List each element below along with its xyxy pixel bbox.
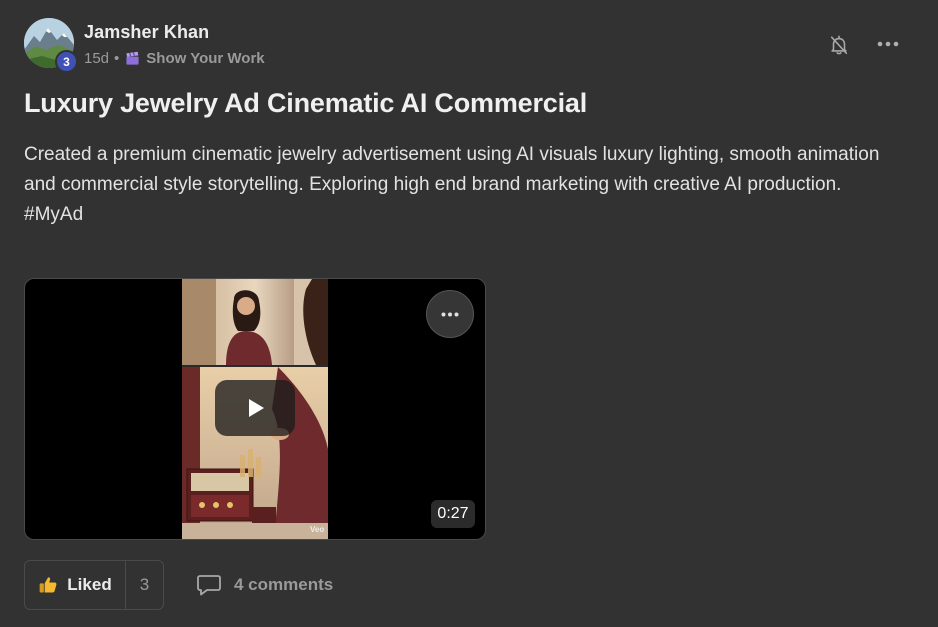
play-icon bbox=[249, 399, 264, 417]
video-player[interactable]: Veo 0:27 bbox=[24, 278, 486, 540]
post-hashtag[interactable]: #MyAd bbox=[24, 200, 904, 230]
video-watermark: Veo bbox=[310, 525, 325, 534]
post-meta: 15d • Show Your Work bbox=[84, 50, 265, 67]
level-badge: 3 bbox=[55, 50, 78, 73]
ellipsis-icon bbox=[877, 41, 899, 47]
post-title: Luxury Jewelry Ad Cinematic AI Commercia… bbox=[24, 88, 587, 118]
bell-off-icon bbox=[830, 35, 848, 55]
like-count[interactable]: 3 bbox=[126, 561, 163, 609]
like-button[interactable]: Liked bbox=[25, 561, 126, 609]
play-button[interactable] bbox=[215, 380, 295, 436]
notification-toggle-button[interactable] bbox=[826, 31, 852, 59]
video-options-button[interactable] bbox=[426, 290, 474, 338]
comments-button[interactable]: 4 comments bbox=[196, 570, 333, 600]
meta-separator: • bbox=[114, 50, 120, 67]
post-category-link[interactable]: Show Your Work bbox=[146, 50, 264, 67]
community-post: 3 Jamsher Khan 15d • Show Your Work Luxu… bbox=[0, 0, 938, 627]
author-name[interactable]: Jamsher Khan bbox=[84, 22, 209, 43]
post-body: Created a premium cinematic jewelry adve… bbox=[24, 140, 904, 230]
ellipsis-icon bbox=[441, 312, 459, 316]
post-body-text: Created a premium cinematic jewelry adve… bbox=[24, 144, 880, 195]
thumbs-up-icon bbox=[39, 577, 57, 593]
comments-count-label: 4 comments bbox=[234, 575, 334, 594]
comment-bubble-icon bbox=[197, 575, 221, 596]
clapperboard-icon bbox=[125, 51, 140, 66]
video-duration: 0:27 bbox=[431, 500, 475, 528]
post-age: 15d bbox=[84, 50, 110, 67]
like-control: Liked 3 bbox=[24, 560, 164, 610]
like-label: Liked bbox=[67, 575, 112, 594]
post-options-button[interactable] bbox=[874, 32, 902, 56]
